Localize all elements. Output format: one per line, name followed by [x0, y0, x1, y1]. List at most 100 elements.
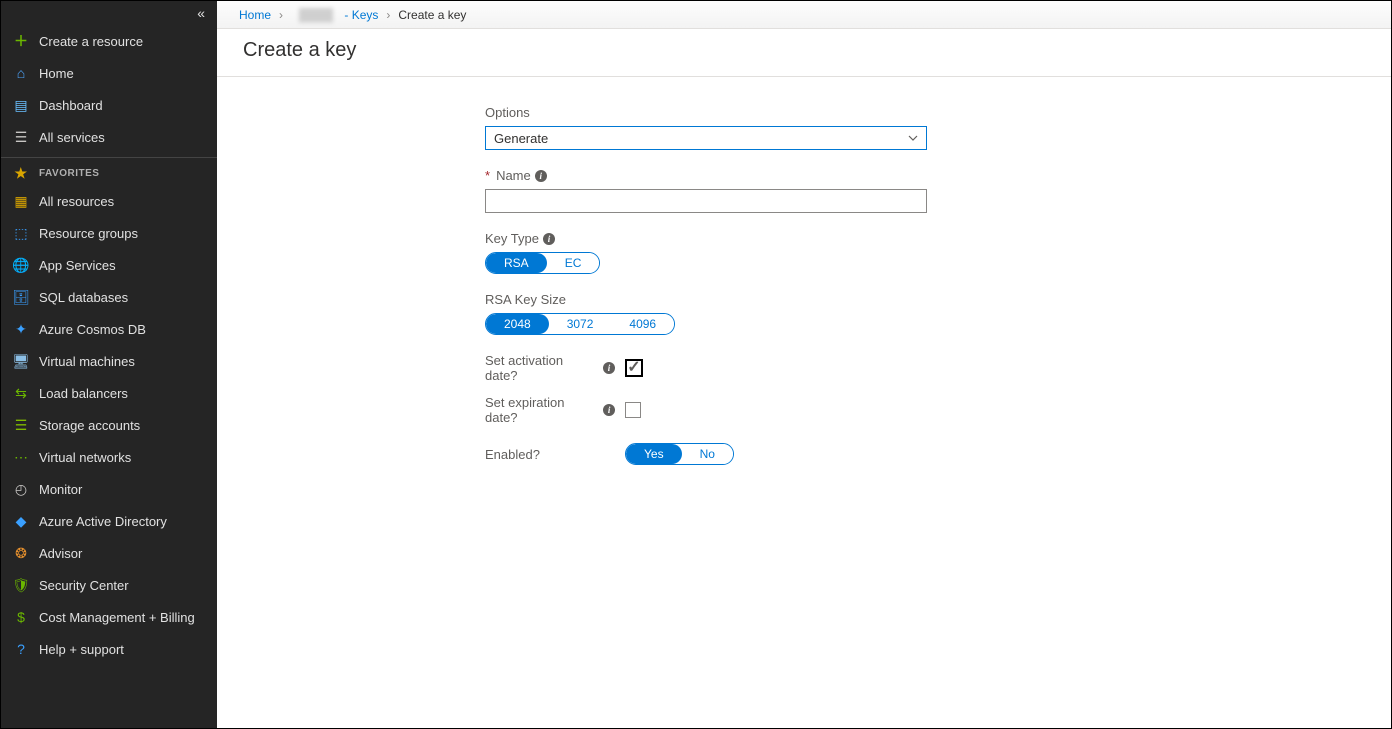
sidebar-item-label: Cost Management + Billing [39, 610, 195, 625]
info-icon[interactable]: i [603, 362, 615, 374]
key-type-rsa[interactable]: RSA [486, 253, 547, 273]
sidebar-item-virtual-networks[interactable]: ⋯ Virtual networks [1, 441, 217, 473]
breadcrumb-vault[interactable]: ████ - Keys [291, 8, 378, 22]
sidebar-item-create-resource[interactable]: ＋ Create a resource [1, 25, 217, 57]
enabled-no[interactable]: No [682, 444, 733, 464]
monitor-icon: ◴ [13, 481, 29, 497]
sidebar-item-sql-databases[interactable]: 🗄 SQL databases [1, 281, 217, 313]
breadcrumb-separator: › [279, 8, 283, 22]
name-input[interactable] [485, 189, 927, 213]
sidebar-item-label: Home [39, 66, 74, 81]
sidebar-item-label: Help + support [39, 642, 124, 657]
key-type-label-text: Key Type [485, 231, 539, 246]
plus-icon: ＋ [13, 33, 29, 49]
star-icon: ★ [13, 166, 29, 182]
sidebar-item-load-balancers[interactable]: ⇆ Load balancers [1, 377, 217, 409]
sidebar-item-dashboard[interactable]: ▤ Dashboard [1, 89, 217, 121]
info-icon[interactable]: i [535, 170, 547, 182]
vm-icon: 🖥 [13, 353, 29, 369]
sidebar-item-all-services[interactable]: ☰ All services [1, 121, 217, 153]
sidebar-item-label: Create a resource [39, 34, 143, 49]
sidebar-item-label: Azure Cosmos DB [39, 322, 146, 337]
rsa-size-toggle: 2048 3072 4096 [485, 313, 675, 335]
sidebar-item-cost-billing[interactable]: $ Cost Management + Billing [1, 601, 217, 633]
rsa-size-label: RSA Key Size [485, 292, 1363, 307]
sidebar-item-advisor[interactable]: ❂ Advisor [1, 537, 217, 569]
name-label: * Name i [485, 168, 1363, 183]
name-label-text: Name [496, 168, 531, 183]
field-expiration-date: Set expiration date? i [485, 395, 1363, 425]
sidebar-item-label: Virtual machines [39, 354, 135, 369]
enabled-yes[interactable]: Yes [626, 444, 682, 464]
field-activation-date: Set activation date? i ✓ [485, 353, 1363, 383]
chevron-down-icon [908, 131, 918, 146]
cube-icon: ⬚ [13, 225, 29, 241]
options-value: Generate [494, 131, 548, 146]
grid-icon: ▦ [13, 193, 29, 209]
field-rsa-size: RSA Key Size 2048 3072 4096 [485, 292, 1363, 335]
sidebar-item-resource-groups[interactable]: ⬚ Resource groups [1, 217, 217, 249]
sidebar-item-home[interactable]: ⌂ Home [1, 57, 217, 89]
sidebar-item-monitor[interactable]: ◴ Monitor [1, 473, 217, 505]
favorites-label: FAVORITES [39, 168, 99, 179]
sidebar-item-app-services[interactable]: 🌐 App Services [1, 249, 217, 281]
field-options: Options Generate [485, 105, 1363, 150]
sidebar-item-label: App Services [39, 258, 116, 273]
key-type-label: Key Type i [485, 231, 1363, 246]
favorites-header: ★ FAVORITES [1, 157, 217, 185]
main-panel: Home › ████ - Keys › Create a key Create… [217, 1, 1391, 728]
expiration-checkbox[interactable] [625, 402, 641, 418]
sidebar-item-label: All services [39, 130, 105, 145]
field-name: * Name i [485, 168, 1363, 213]
key-type-ec[interactable]: EC [547, 253, 600, 273]
rsa-size-3072[interactable]: 3072 [549, 314, 612, 334]
sidebar-item-all-resources[interactable]: ▦ All resources [1, 185, 217, 217]
sidebar-item-label: Monitor [39, 482, 82, 497]
required-indicator: * [485, 168, 490, 183]
sidebar-collapse-button[interactable]: « [1, 1, 217, 25]
rsa-size-2048[interactable]: 2048 [486, 314, 549, 334]
page-title: Create a key [217, 29, 1391, 76]
options-select[interactable]: Generate [485, 126, 927, 150]
sidebar-item-label: Virtual networks [39, 450, 131, 465]
chevron-left-double-icon: « [197, 5, 205, 21]
sidebar-item-label: Load balancers [39, 386, 128, 401]
lb-icon: ⇆ [13, 385, 29, 401]
breadcrumb-vault-suffix: - Keys [344, 8, 378, 22]
sidebar-item-label: All resources [39, 194, 114, 209]
key-type-toggle: RSA EC [485, 252, 600, 274]
security-icon: 🛡 [13, 577, 29, 593]
sidebar-item-virtual-machines[interactable]: 🖥 Virtual machines [1, 345, 217, 377]
info-icon[interactable]: i [543, 233, 555, 245]
breadcrumb-current: Create a key [398, 8, 466, 22]
aad-icon: ◆ [13, 513, 29, 529]
sidebar-item-label: SQL databases [39, 290, 128, 305]
home-icon: ⌂ [13, 65, 29, 81]
sidebar-item-storage-accounts[interactable]: ☰ Storage accounts [1, 409, 217, 441]
activation-checkbox[interactable]: ✓ [625, 359, 643, 377]
field-key-type: Key Type i RSA EC [485, 231, 1363, 274]
sidebar-item-label: Dashboard [39, 98, 103, 113]
advisor-icon: ❂ [13, 545, 29, 561]
sidebar-item-label: Storage accounts [39, 418, 140, 433]
sidebar-item-help-support[interactable]: ? Help + support [1, 633, 217, 665]
sidebar: « ＋ Create a resource ⌂ Home ▤ Dashboard… [1, 1, 217, 728]
sidebar-item-label: Resource groups [39, 226, 138, 241]
form-area: Options Generate * Name i Key T [217, 77, 1391, 493]
expiration-label: Set expiration date? [485, 395, 599, 425]
breadcrumb-vault-name-redacted: ████ [291, 8, 341, 22]
cosmos-icon: ✦ [13, 321, 29, 337]
rsa-size-4096[interactable]: 4096 [611, 314, 674, 334]
breadcrumb-separator: › [386, 8, 390, 22]
sidebar-item-aad[interactable]: ◆ Azure Active Directory [1, 505, 217, 537]
options-label: Options [485, 105, 1363, 120]
sidebar-item-label: Azure Active Directory [39, 514, 167, 529]
sidebar-item-cosmos-db[interactable]: ✦ Azure Cosmos DB [1, 313, 217, 345]
breadcrumb: Home › ████ - Keys › Create a key [217, 1, 1391, 29]
info-icon[interactable]: i [603, 404, 615, 416]
storage-icon: ☰ [13, 417, 29, 433]
enabled-toggle: Yes No [625, 443, 734, 465]
breadcrumb-home[interactable]: Home [239, 8, 271, 22]
activation-label: Set activation date? [485, 353, 599, 383]
sidebar-item-security-center[interactable]: 🛡 Security Center [1, 569, 217, 601]
